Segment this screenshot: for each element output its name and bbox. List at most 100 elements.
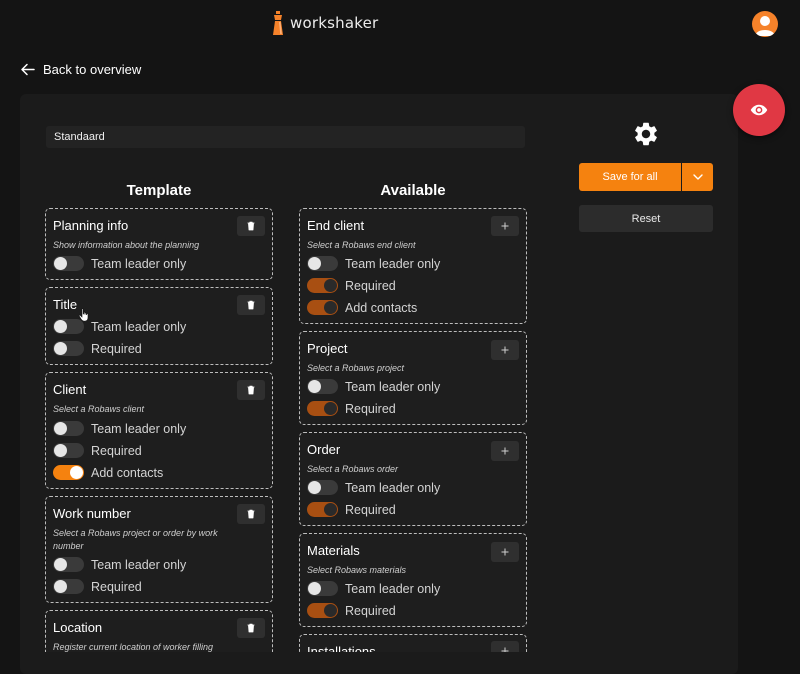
template-card-planning-info[interactable]: Planning info Show information about the…: [45, 208, 273, 280]
toggle-row: Team leader only: [307, 379, 440, 394]
add-field-button[interactable]: [491, 340, 519, 360]
trash-icon: [247, 300, 255, 310]
top-bar: workshaker: [0, 0, 800, 48]
toggle-row: Required: [53, 341, 142, 356]
toggle-label: Required: [345, 278, 396, 293]
toggle-row: Required: [307, 278, 396, 293]
card-title: Title: [53, 297, 78, 312]
team-leader-only-toggle[interactable]: [53, 256, 84, 271]
card-title: Project: [307, 341, 348, 356]
available-card-end-client[interactable]: End client Select a Robaws end client Te…: [299, 208, 527, 324]
team-leader-only-toggle[interactable]: [307, 581, 338, 596]
template-card-title[interactable]: Title Team leader only Required: [45, 287, 273, 365]
plus-icon: [501, 447, 509, 455]
toggle-label: Team leader only: [91, 256, 187, 271]
card-title: Installations: [307, 644, 376, 652]
preview-button[interactable]: [733, 84, 785, 136]
toggle-label: Required: [91, 341, 142, 356]
template-card-location[interactable]: Location Register current location of wo…: [45, 610, 273, 652]
remove-field-button[interactable]: [237, 380, 265, 400]
card-title: End client: [307, 218, 365, 233]
toggle-label: Team leader only: [345, 256, 441, 271]
card-title: Order: [307, 442, 341, 457]
remove-field-button[interactable]: [237, 618, 265, 638]
required-toggle[interactable]: [307, 603, 338, 618]
template-name-input[interactable]: [46, 126, 525, 148]
back-to-overview-link[interactable]: Back to overview: [20, 62, 141, 77]
toggle-row: Team leader only: [53, 557, 186, 572]
team-leader-only-toggle[interactable]: [307, 480, 338, 495]
chevron-down-icon: [692, 174, 703, 180]
trash-icon: [247, 509, 255, 519]
team-leader-only-toggle[interactable]: [53, 557, 84, 572]
plus-icon: [501, 346, 509, 354]
toggle-row: Team leader only: [307, 256, 440, 271]
toggle-label: Add contacts: [91, 465, 164, 480]
card-title: Location: [53, 620, 103, 635]
toggle-label: Team leader only: [91, 319, 187, 334]
card-description: Register current location of worker fill…: [53, 642, 214, 652]
brand-name: workshaker: [290, 14, 379, 32]
toggle-row: Team leader only: [53, 319, 186, 334]
team-leader-only-toggle[interactable]: [307, 379, 338, 394]
eye-icon: [750, 104, 768, 116]
toggle-row: Team leader only: [53, 421, 186, 436]
add-contacts-toggle[interactable]: [53, 465, 84, 480]
trash-icon: [247, 221, 255, 231]
user-icon: [755, 16, 775, 36]
add-field-button[interactable]: [491, 542, 519, 562]
gear-icon[interactable]: [632, 120, 660, 148]
required-toggle[interactable]: [307, 502, 338, 517]
save-options-dropdown[interactable]: [682, 163, 713, 191]
card-description: Select a Robaws end client: [307, 240, 416, 250]
toggle-row: Required: [307, 603, 396, 618]
toggle-label: Required: [91, 579, 142, 594]
add-field-button[interactable]: [491, 641, 519, 652]
toggle-label: Team leader only: [345, 581, 441, 596]
team-leader-only-toggle[interactable]: [53, 421, 84, 436]
arrow-left-icon: [21, 63, 35, 76]
remove-field-button[interactable]: [237, 504, 265, 524]
toggle-row: Team leader only: [307, 581, 440, 596]
remove-field-button[interactable]: [237, 216, 265, 236]
save-for-all-button[interactable]: Save for all: [579, 163, 681, 191]
card-title: Client: [53, 382, 87, 397]
plus-icon: [501, 647, 509, 652]
user-avatar[interactable]: [752, 11, 778, 37]
brand-logo[interactable]: workshaker: [270, 10, 378, 36]
template-card-work-number[interactable]: Work number Select a Robaws project or o…: [45, 496, 273, 603]
card-title: Work number: [53, 506, 131, 521]
reset-button[interactable]: Reset: [579, 205, 713, 232]
team-leader-only-toggle[interactable]: [307, 256, 338, 271]
card-description: Select a Robaws project or order by work…: [53, 528, 218, 551]
toggle-label: Team leader only: [345, 480, 441, 495]
back-label: Back to overview: [43, 62, 142, 77]
required-toggle[interactable]: [307, 401, 338, 416]
toggle-label: Add contacts: [345, 300, 418, 315]
required-toggle[interactable]: [53, 341, 84, 356]
available-card-project[interactable]: Project Select a Robaws project Team lea…: [299, 331, 527, 425]
trash-icon: [247, 623, 255, 633]
template-column-title: Template: [126, 182, 192, 199]
toggle-row: Add contacts: [53, 465, 163, 480]
toggle-row: Required: [307, 502, 396, 517]
toggle-label: Required: [345, 603, 396, 618]
required-toggle[interactable]: [307, 278, 338, 293]
available-column-title: Available: [380, 182, 446, 199]
card-description: Show information about the planning: [53, 240, 200, 250]
available-card-order[interactable]: Order Select a Robaws order Team leader …: [299, 432, 527, 526]
template-card-client[interactable]: Client Select a Robaws client Team leade…: [45, 372, 273, 489]
toggle-row: Add contacts: [307, 300, 417, 315]
add-contacts-toggle[interactable]: [307, 300, 338, 315]
add-field-button[interactable]: [491, 216, 519, 236]
required-toggle[interactable]: [53, 579, 84, 594]
toggle-label: Team leader only: [91, 421, 187, 436]
remove-field-button[interactable]: [237, 295, 265, 315]
toggle-row: Required: [53, 443, 142, 458]
available-card-materials[interactable]: Materials Select Robaws materials Team l…: [299, 533, 527, 627]
available-card-installations[interactable]: Installations: [299, 634, 527, 652]
toggle-row: Required: [53, 579, 142, 594]
required-toggle[interactable]: [53, 443, 84, 458]
add-field-button[interactable]: [491, 441, 519, 461]
toggle-row: Team leader only: [53, 256, 186, 271]
